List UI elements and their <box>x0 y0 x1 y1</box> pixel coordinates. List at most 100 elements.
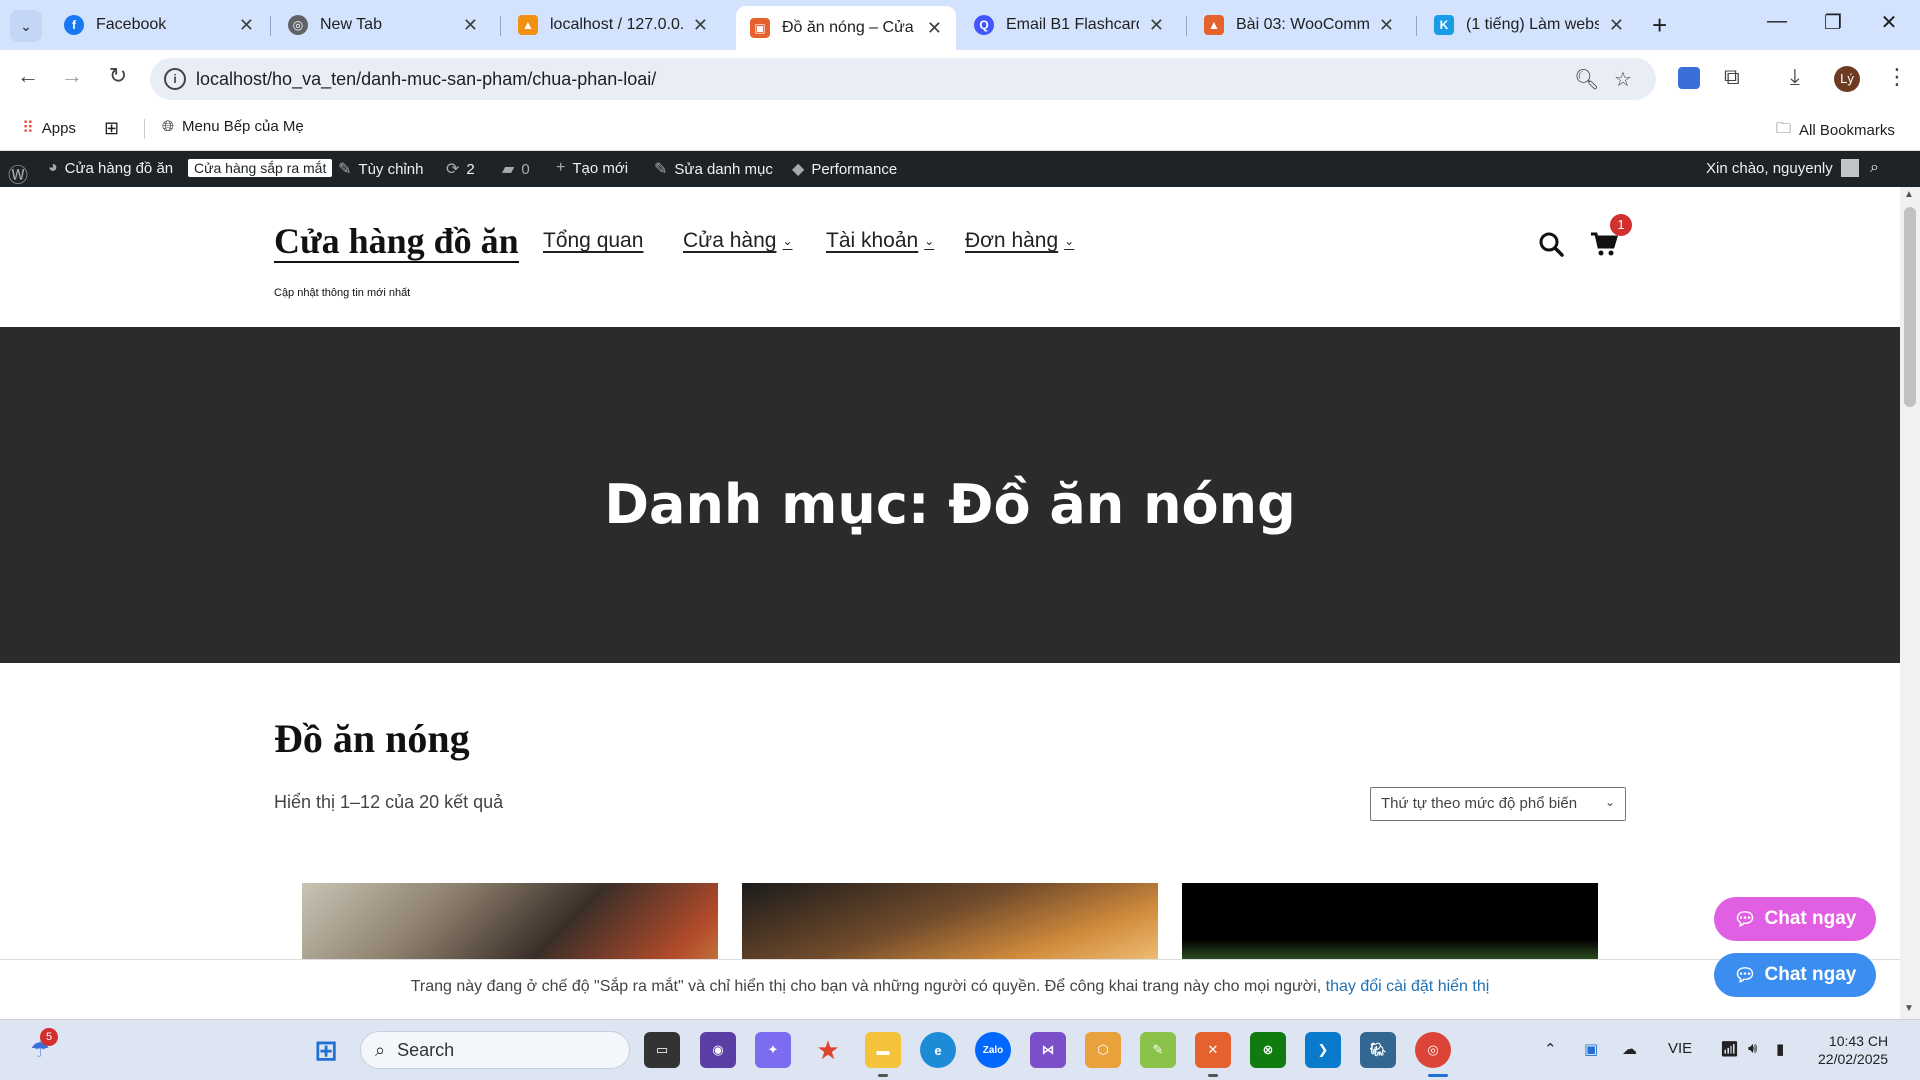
page-scrollbar[interactable]: ▲ ▼ <box>1900 187 1920 1019</box>
menu-item-shop[interactable]: Cửa hàng ⌄ <box>683 229 793 253</box>
chat-button[interactable]: 💬︎ Chat ngay <box>1714 953 1876 997</box>
cart-icon[interactable] <box>1590 231 1619 264</box>
tab-search-button[interactable]: ⌄ <box>10 10 42 42</box>
bookmark-apps[interactable]: ⠿ Apps <box>22 118 76 138</box>
star-app-icon[interactable]: ★ <box>810 1032 846 1068</box>
forward-button[interactable]: → <box>56 63 88 89</box>
tab-new-tab[interactable]: ◎ New Tab ✕ <box>274 6 492 44</box>
volume-icon[interactable]: 🔊︎ <box>1748 1040 1757 1057</box>
category-hero-banner: Danh mục: Đồ ăn nóng <box>0 327 1900 663</box>
close-icon[interactable]: ✕ <box>927 18 942 39</box>
start-button[interactable]: ⊞ <box>308 1032 344 1068</box>
site-info-icon[interactable]: i <box>164 68 186 90</box>
profile-avatar[interactable]: Lý <box>1834 66 1860 92</box>
tray-overflow-chevron-icon[interactable]: ⌃ <box>1544 1040 1557 1058</box>
paint-app-icon[interactable]: ✎ <box>1140 1032 1176 1068</box>
comment-icon: ▰ <box>502 161 515 178</box>
vscode-icon[interactable]: ❯ <box>1305 1032 1341 1068</box>
close-icon[interactable]: ✕ <box>1379 15 1394 36</box>
notification-badge: 5 <box>40 1028 58 1046</box>
tab-video[interactable]: K (1 tiếng) Làm website ✕ <box>1420 6 1638 44</box>
facebook-icon: f <box>64 15 84 35</box>
coming-soon-notice: Trang này đang ở chế độ "Sắp ra mắt" và … <box>0 959 1900 1019</box>
tab-quizlet[interactable]: Q Email B1 Flashcards | ✕ <box>960 6 1178 44</box>
hexagon-app-icon[interactable]: ⬡ <box>1085 1032 1121 1068</box>
minimize-button[interactable]: — <box>1754 10 1800 33</box>
browser-toolbar: ← → ↻ i localhost/ho_va_ten/danh-muc-san… <box>0 50 1920 107</box>
system-clock[interactable]: 10:43 CH 22/02/2025 <box>1818 1032 1888 1068</box>
close-icon[interactable]: ✕ <box>1149 15 1164 36</box>
scrollbar-thumb[interactable] <box>1904 207 1916 407</box>
wordpress-site-icon: ▣ <box>750 18 770 38</box>
sort-select[interactable]: Thứ tự theo mức độ phổ biến ⌄ <box>1370 787 1626 821</box>
bookmark-menu-bep[interactable]: 🌐︎ Menu Bếp của Mẹ <box>162 118 304 135</box>
menu-item-overview[interactable]: Tổng quan <box>543 229 643 253</box>
admin-comments[interactable]: ▰ 0 <box>502 159 530 179</box>
restore-button[interactable]: ❐ <box>1810 10 1856 35</box>
search-icon[interactable] <box>1538 231 1564 264</box>
user-avatar-icon <box>1840 159 1859 177</box>
coming-soon-badge[interactable]: Cửa hàng sắp ra mắt <box>188 159 333 177</box>
chrome-taskbar-icon[interactable]: ◎ <box>1415 1032 1451 1068</box>
scroll-down-arrow[interactable]: ▼ <box>1904 1003 1914 1014</box>
close-window-button[interactable]: ✕ <box>1866 10 1912 35</box>
close-icon[interactable]: ✕ <box>693 15 708 36</box>
wifi-icon[interactable]: 📶︎ <box>1720 1040 1739 1058</box>
admin-greeting[interactable]: Xin chào, nguyenly <box>1706 159 1859 177</box>
change-visibility-link[interactable]: thay đổi cài đặt hiển thị <box>1326 978 1490 995</box>
close-icon[interactable]: ✕ <box>463 15 478 36</box>
tray-app-icon[interactable]: ▣ <box>1584 1040 1598 1058</box>
task-view-icon[interactable]: ▭ <box>644 1032 680 1068</box>
wordpress-logo[interactable]: Ⓦ <box>8 159 35 188</box>
bookmark-star-icon[interactable]: ☆ <box>1614 67 1632 92</box>
reload-button[interactable]: ↻ <box>102 63 134 89</box>
hero-title: Danh mục: Đồ ăn nóng <box>604 473 1296 536</box>
menu-kebab-icon[interactable]: ⋮ <box>1886 64 1908 90</box>
admin-performance[interactable]: ◆ Performance <box>792 159 897 179</box>
all-bookmarks[interactable]: 🗀 All Bookmarks <box>1776 118 1895 143</box>
xbox-icon[interactable]: ⊗ <box>1250 1032 1286 1068</box>
tab-facebook[interactable]: f Facebook ✕ <box>50 6 268 44</box>
extension-translate-icon[interactable] <box>1678 67 1700 89</box>
postgres-icon[interactable]: 🐘︎ <box>1360 1032 1396 1068</box>
admin-new[interactable]: + Tạo mới <box>556 159 628 177</box>
tab-phpmyadmin[interactable]: ▲ localhost / 127.0.0.1 | ✕ <box>504 6 722 44</box>
admin-updates[interactable]: ⟳ 2 <box>446 159 475 179</box>
download-icon[interactable]: ⤓ <box>1790 64 1800 90</box>
menu-item-account[interactable]: Tài khoản ⌄ <box>826 229 934 253</box>
new-tab-button[interactable]: + <box>1652 12 1667 38</box>
vpn-icon[interactable]: ☁ <box>1622 1040 1637 1058</box>
close-icon[interactable]: ✕ <box>239 15 254 36</box>
proton-app-icon[interactable]: ◉ <box>700 1032 736 1068</box>
close-icon[interactable]: ✕ <box>1609 15 1624 36</box>
messenger-chat-button[interactable]: 💬︎ Chat ngay <box>1714 897 1876 941</box>
back-button[interactable]: ← <box>12 63 44 89</box>
taskbar-search[interactable]: ⌕ Search <box>360 1031 630 1069</box>
search-icon: ⌕ <box>375 1039 386 1060</box>
url-text[interactable]: localhost/ho_va_ten/danh-muc-san-pham/ch… <box>196 69 656 90</box>
extensions-puzzle-icon[interactable]: ⧉ <box>1724 64 1740 90</box>
tab-woocommerce-lesson[interactable]: ▲ Bài 03: WooCommerce ✕ <box>1190 6 1408 44</box>
admin-customize[interactable]: ✎ Tùy chỉnh <box>338 159 423 179</box>
edge-icon[interactable]: e <box>920 1032 956 1068</box>
xampp-icon[interactable]: ✕ <box>1195 1032 1231 1068</box>
visual-studio-icon[interactable]: ⋈ <box>1030 1032 1066 1068</box>
admin-edit-category[interactable]: ✎ Sửa danh mục <box>654 159 773 179</box>
site-title[interactable]: Cửa hàng đồ ăn <box>274 221 519 263</box>
zalo-icon[interactable]: Zalo <box>975 1032 1011 1068</box>
admin-search[interactable]: ⌕ <box>1870 159 1886 177</box>
bookmark-grid[interactable]: ⊞ <box>104 118 127 139</box>
wordpress-icon: Ⓦ <box>8 165 28 187</box>
battery-icon[interactable]: ▮ <box>1776 1040 1784 1058</box>
zoom-icon[interactable]: 🔍︎ <box>1574 67 1599 92</box>
language-indicator[interactable]: VIE <box>1668 1040 1692 1057</box>
grid-icon: ⊞ <box>104 118 120 138</box>
file-explorer-icon[interactable]: ▬ <box>865 1032 901 1068</box>
tab-active-category[interactable]: ▣ Đồ ăn nóng – Cửa hàng đồ ăn ✕ <box>736 6 956 50</box>
admin-site-name[interactable]: ◕ Cửa hàng đồ ăn <box>48 159 173 177</box>
scroll-up-arrow[interactable]: ▲ <box>1904 189 1914 200</box>
menu-item-orders[interactable]: Đơn hàng ⌄ <box>965 229 1074 253</box>
address-bar[interactable]: i localhost/ho_va_ten/danh-muc-san-pham/… <box>150 58 1656 100</box>
chat-bubble-icon: 💬︎ <box>1733 964 1757 985</box>
copilot-icon[interactable]: ✦ <box>755 1032 791 1068</box>
